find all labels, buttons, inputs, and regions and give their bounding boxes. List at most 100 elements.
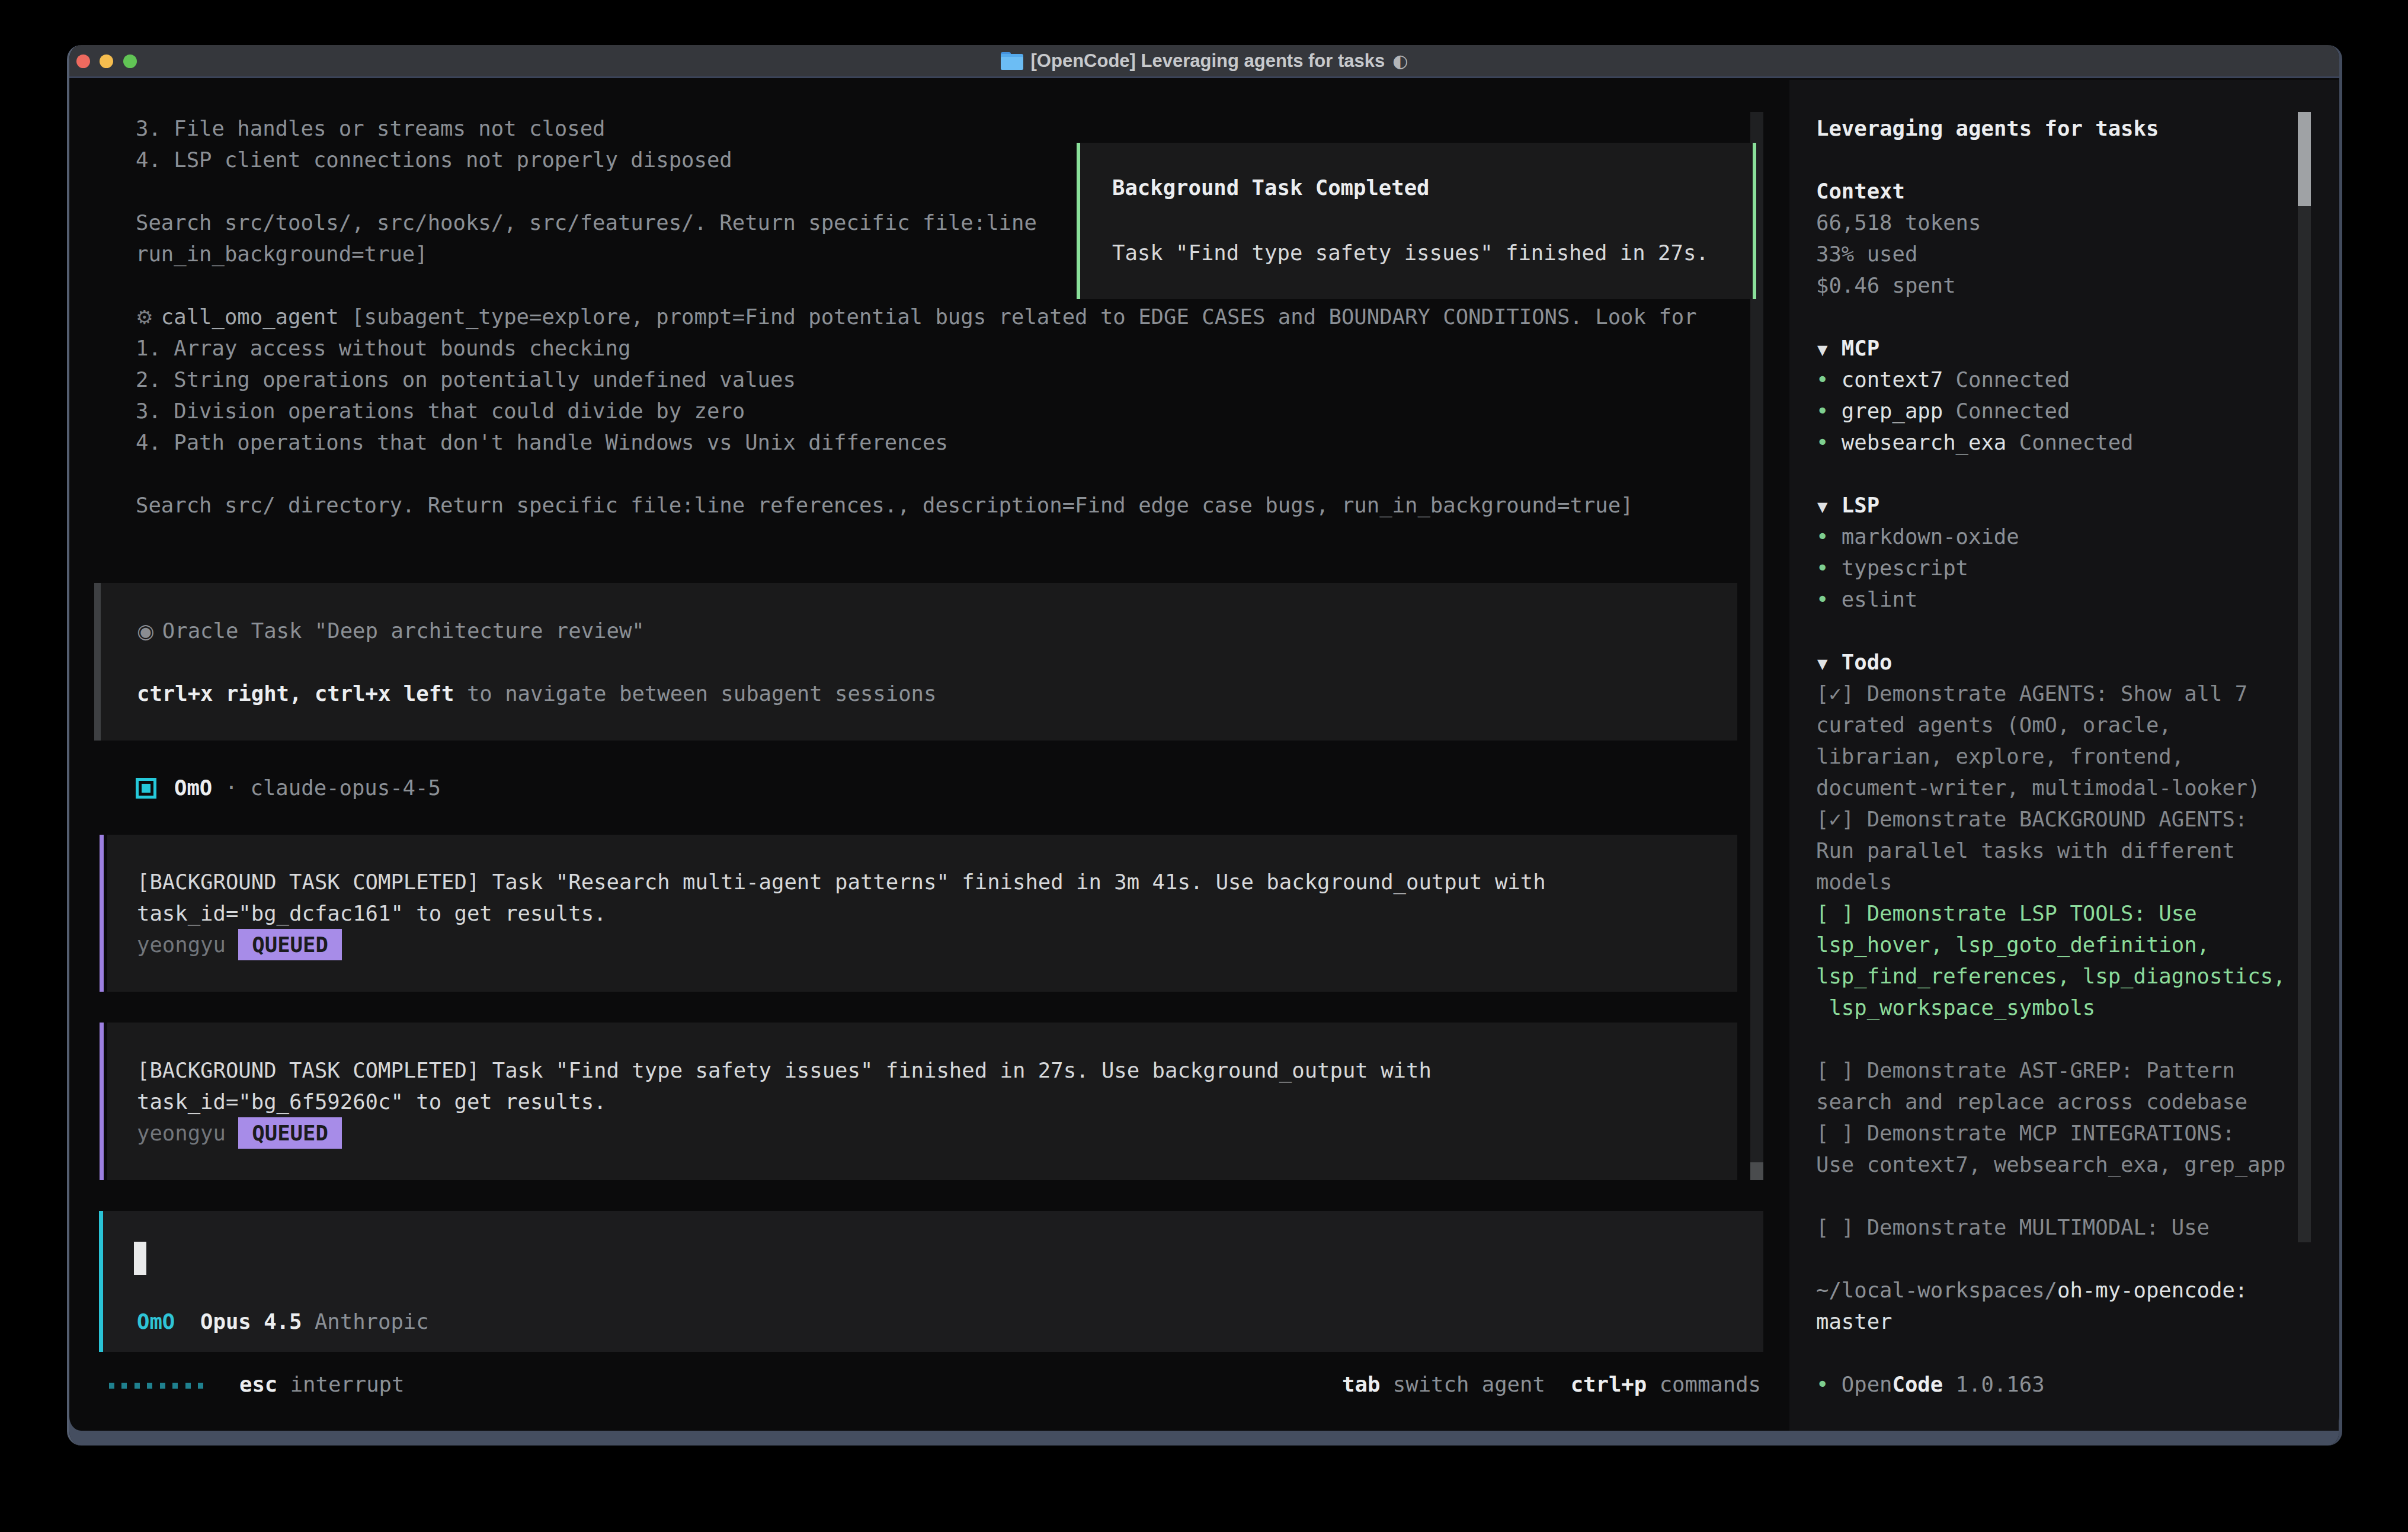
mcp-status: Connected	[2006, 430, 2133, 454]
todo-line: lsp_hover, lsp_goto_definition,	[1816, 929, 2210, 960]
message-text: task_id="bg_dcfac161" to get results.	[137, 901, 607, 925]
lsp-item: • markdown-oxide	[1816, 521, 2019, 552]
sidebar-scrollbar-track[interactable]	[2298, 112, 2311, 1242]
keybind-hints: tab switch agent ctrl+p commands	[1342, 1368, 1761, 1400]
chat-line-text: 4. Path operations that don't handle Win…	[136, 430, 948, 454]
minimize-button[interactable]	[100, 55, 113, 68]
message-footer: yeongyu QUEUED	[137, 1117, 342, 1149]
todo-line: [✓] Demonstrate BACKGROUND AGENTS:	[1816, 803, 2247, 835]
message-line: task_id="bg_6f59260c" to get results.	[137, 1086, 607, 1117]
branch-name: master	[1816, 1309, 1893, 1334]
todo-text: [✓] Demonstrate BACKGROUND AGENTS:	[1816, 807, 2247, 831]
todo-line: curated agents (OmO, oracle,	[1816, 709, 2172, 741]
todo-line: search and replace across codebase	[1816, 1086, 2247, 1117]
spinner-dot	[185, 1383, 191, 1389]
todo-line: lsp_workspace_symbols	[1816, 992, 2095, 1023]
window-titlebar: [OpenCode] Leveraging agents for tasks ◐	[69, 45, 2339, 78]
chat-line: Search src/tools/, src/hooks/, src/featu…	[136, 207, 1037, 238]
status-badge: QUEUED	[238, 929, 342, 960]
chat-line: 4. LSP client connections not properly d…	[136, 144, 732, 175]
section-todo[interactable]: ▼ Todo	[1816, 646, 1893, 678]
version-line: • OpenCode 1.0.163	[1816, 1368, 2045, 1400]
section-label: LSP	[1829, 493, 1879, 517]
input-model-name: Opus 4.5	[175, 1309, 302, 1334]
todo-line: [ ] Demonstrate AST-GREP: Pattern	[1816, 1055, 2235, 1086]
message-text: task_id="bg_6f59260c" to get results.	[137, 1089, 607, 1114]
oracle-task-line: ◉ Oracle Task "Deep architecture review"	[137, 615, 645, 646]
prompt-input-border	[99, 1211, 103, 1352]
toast-body: Task "Find type safety issues" finished …	[1112, 237, 1709, 268]
todo-text: search and replace across codebase	[1816, 1089, 2247, 1114]
main-scrollbar-thumb[interactable]	[1750, 1162, 1763, 1180]
message-border	[100, 1023, 104, 1180]
mcp-item: • context7 Connected	[1816, 364, 2070, 395]
bullet-icon: •	[1816, 584, 1829, 615]
theme-half-circle-icon: ◐	[1392, 50, 1408, 71]
spinner-dot	[109, 1383, 114, 1389]
mcp-status: Connected	[1943, 399, 2070, 423]
brand-prefix: Open	[1842, 1372, 1893, 1396]
todo-text: lsp_hover, lsp_goto_definition,	[1816, 932, 2210, 957]
message-line: task_id="bg_dcfac161" to get results.	[137, 898, 607, 929]
tab-label: switch agent	[1380, 1372, 1545, 1396]
message-footer: yeongyu QUEUED	[137, 929, 342, 960]
chat-line: 2. String operations on potentially unde…	[136, 364, 796, 395]
spinner-dot	[135, 1383, 140, 1389]
todo-text: [ ] Demonstrate MULTIMODAL: Use	[1816, 1215, 2210, 1239]
sidebar-scrollbar-thumb[interactable]	[2298, 112, 2311, 206]
message-line: [BACKGROUND TASK COMPLETED] Task "Find t…	[137, 1055, 1432, 1086]
zoom-button[interactable]	[123, 55, 137, 68]
input-model-line: OmO Opus 4.5 Anthropic	[137, 1306, 429, 1337]
mcp-item: • grep_app Connected	[1816, 395, 2070, 427]
chevron-down-icon: ▼	[1816, 491, 1829, 523]
todo-text: [✓] Demonstrate AGENTS: Show all 7	[1816, 681, 2247, 706]
toast-body-text: Task "Find type safety issues" finished …	[1112, 241, 1709, 265]
hint-text: to navigate between subagent sessions	[454, 681, 937, 706]
agent-line: OmO · claude-opus-4-5	[174, 772, 441, 803]
chevron-down-icon: ▼	[1816, 648, 1829, 680]
section-label: Todo	[1829, 650, 1892, 674]
fisheye-icon: ◉	[137, 616, 149, 647]
gear-icon: ⚙	[136, 302, 148, 333]
todo-line: [✓] Demonstrate AGENTS: Show all 7	[1816, 678, 2247, 709]
author-name: yeongyu	[137, 1121, 238, 1145]
toast-notification: Background Task Completed Task "Find type…	[1077, 143, 1756, 299]
context-heading-text: Context	[1816, 179, 1905, 203]
section-mcp[interactable]: ▼ MCP	[1816, 332, 1879, 364]
chat-line: Search src/ directory. Return specific f…	[136, 489, 1634, 521]
close-button[interactable]	[76, 55, 90, 68]
context-tokens-text: 66,518 tokens	[1816, 210, 1981, 235]
text-cursor	[134, 1242, 146, 1275]
esc-label: interrupt	[277, 1372, 404, 1396]
esc-key: esc	[239, 1372, 277, 1396]
context-tokens: 66,518 tokens	[1816, 207, 1981, 238]
chat-line-text: 3. Division operations that could divide…	[136, 399, 745, 423]
spinner-dot	[147, 1383, 152, 1389]
chat-line: 3. Division operations that could divide…	[136, 395, 745, 427]
section-lsp[interactable]: ▼ LSP	[1816, 489, 1879, 521]
todo-line: [ ] Demonstrate MULTIMODAL: Use	[1816, 1212, 2210, 1243]
lsp-item: • typescript	[1816, 552, 1968, 584]
agent-icon-core	[142, 784, 150, 793]
gap	[1545, 1372, 1571, 1396]
toast-title-text: Background Task Completed	[1112, 175, 1430, 200]
spinner-dot	[121, 1383, 127, 1389]
input-provider-name: Anthropic	[302, 1309, 428, 1334]
todo-line: models	[1816, 866, 1893, 898]
todo-text: Run parallel tasks with different	[1816, 838, 2235, 863]
window-title: [OpenCode] Leveraging agents for tasks ◐	[1001, 50, 1408, 72]
context-spent-text: $0.46 spent	[1816, 273, 1956, 297]
session-title-text: Leveraging agents for tasks	[1816, 116, 2159, 140]
input-agent-name: OmO	[137, 1309, 175, 1334]
tool-args: [subagent_type=explore, prompt=Find pote…	[339, 305, 1697, 329]
version-number: 1.0.163	[1943, 1372, 2044, 1396]
screenshot-root: [OpenCode] Leveraging agents for tasks ◐…	[0, 0, 2408, 1532]
chat-line-text: 2. String operations on potentially unde…	[136, 367, 796, 392]
lsp-name: markdown-oxide	[1842, 524, 2019, 549]
session-title: Leveraging agents for tasks	[1816, 113, 2159, 144]
bullet-icon: •	[1816, 395, 1829, 427]
spinner-dot	[172, 1383, 178, 1389]
repo-name: oh-my-opencode:	[2057, 1278, 2247, 1302]
agent-name: OmO	[174, 775, 212, 800]
todo-text: curated agents (OmO, oracle,	[1816, 713, 2172, 737]
